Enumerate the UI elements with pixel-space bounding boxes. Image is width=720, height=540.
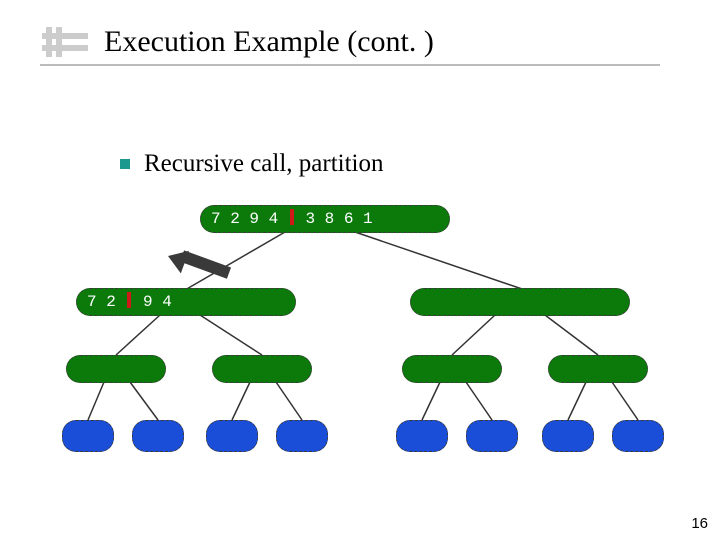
tree-node-l1-right	[410, 288, 630, 316]
tree-leaf-2	[132, 420, 184, 452]
tree-leaf-3	[206, 420, 258, 452]
page-number: 16	[691, 515, 708, 532]
tree-node-l2-a	[66, 355, 166, 383]
title-decor-icon	[40, 25, 94, 59]
root-right-values: 3 8 6 1	[305, 210, 372, 228]
tree-node-root: 7 2 9 4 3 8 6 1	[200, 205, 450, 233]
tree-node-l2-b	[212, 355, 312, 383]
tree-node-l2-c	[402, 355, 502, 383]
bullet-icon	[120, 159, 130, 169]
tree-leaf-8	[612, 420, 664, 452]
tree-leaf-6	[466, 420, 518, 452]
slide-title: Execution Example (cont. )	[104, 25, 434, 59]
tree-leaf-1	[62, 420, 114, 452]
tree-node-l1-left: 7 2 9 4	[76, 288, 296, 316]
bullet-text: Recursive call, partition	[144, 150, 384, 178]
split-bar-icon	[290, 209, 294, 225]
tree-leaf-7	[542, 420, 594, 452]
split-bar-icon	[127, 292, 131, 308]
slide-title-bar: Execution Example (cont. )	[40, 22, 434, 62]
tree-leaf-5	[396, 420, 448, 452]
tree-leaf-4	[276, 420, 328, 452]
tree-connectors	[0, 0, 720, 540]
title-underline	[40, 64, 660, 66]
bullet-row: Recursive call, partition	[120, 150, 384, 178]
l1-left-a: 7 2	[87, 293, 116, 311]
tree-node-l2-d	[548, 355, 648, 383]
root-left-values: 7 2 9 4	[211, 210, 278, 228]
l1-left-b: 9 4	[143, 293, 172, 311]
